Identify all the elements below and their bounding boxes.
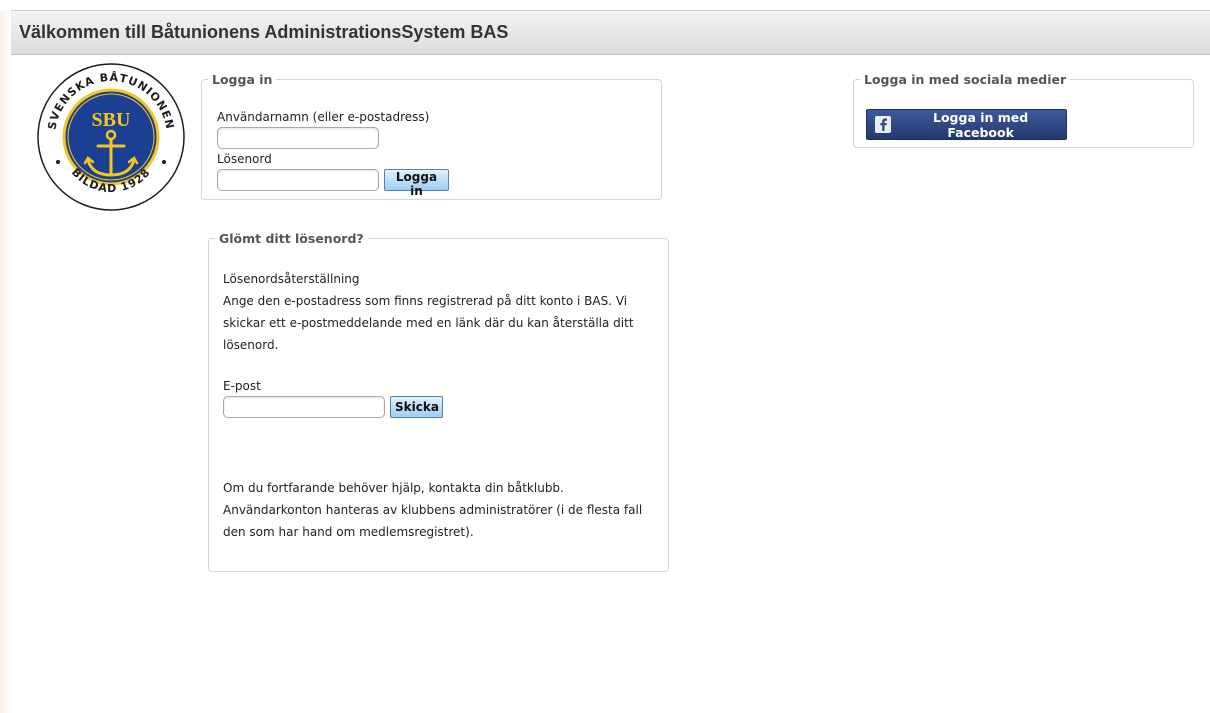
email-label: E-post: [223, 379, 261, 393]
password-input[interactable]: [217, 169, 379, 191]
forgot-legend: Glömt ditt lösenord?: [219, 231, 364, 246]
forgot-password-fieldset: Glömt ditt lösenord? Lösenordsåterställn…: [208, 231, 669, 572]
social-legend: Logga in med sociala medier: [864, 72, 1067, 87]
title-bar: Välkommen till Båtunionens Administratio…: [11, 10, 1210, 55]
facebook-icon: [875, 116, 892, 133]
page-title: Välkommen till Båtunionens Administratio…: [19, 22, 509, 42]
facebook-button-label: Logga in med Facebook: [933, 109, 1029, 140]
send-button[interactable]: Skicka: [390, 396, 443, 418]
sbu-logo: SVENSKA BÅTUNIONEN BILDAD 1928 SBU: [37, 63, 185, 211]
top-strip: [0, 0, 1210, 10]
login-fieldset: Logga in Användarnamn (eller e-postadres…: [201, 72, 662, 200]
social-login-fieldset: Logga in med sociala medier Logga in med…: [853, 72, 1194, 148]
left-edge: [0, 10, 11, 713]
password-label: Lösenord: [217, 152, 272, 166]
reset-description: Ange den e-postadress som finns registre…: [223, 294, 634, 352]
username-input[interactable]: [217, 127, 379, 149]
username-label: Användarnamn (eller e-postadress): [217, 110, 430, 124]
email-input[interactable]: [223, 396, 385, 418]
login-button[interactable]: Logga in: [384, 169, 449, 198]
reset-heading: Lösenordsåterställning: [223, 272, 360, 286]
help-text: Om du fortfarande behöver hjälp, kontakt…: [223, 481, 643, 539]
logo-center-text: SBU: [92, 109, 131, 131]
login-legend: Logga in: [212, 72, 273, 87]
facebook-login-button[interactable]: Logga in med Facebook: [866, 109, 1067, 140]
